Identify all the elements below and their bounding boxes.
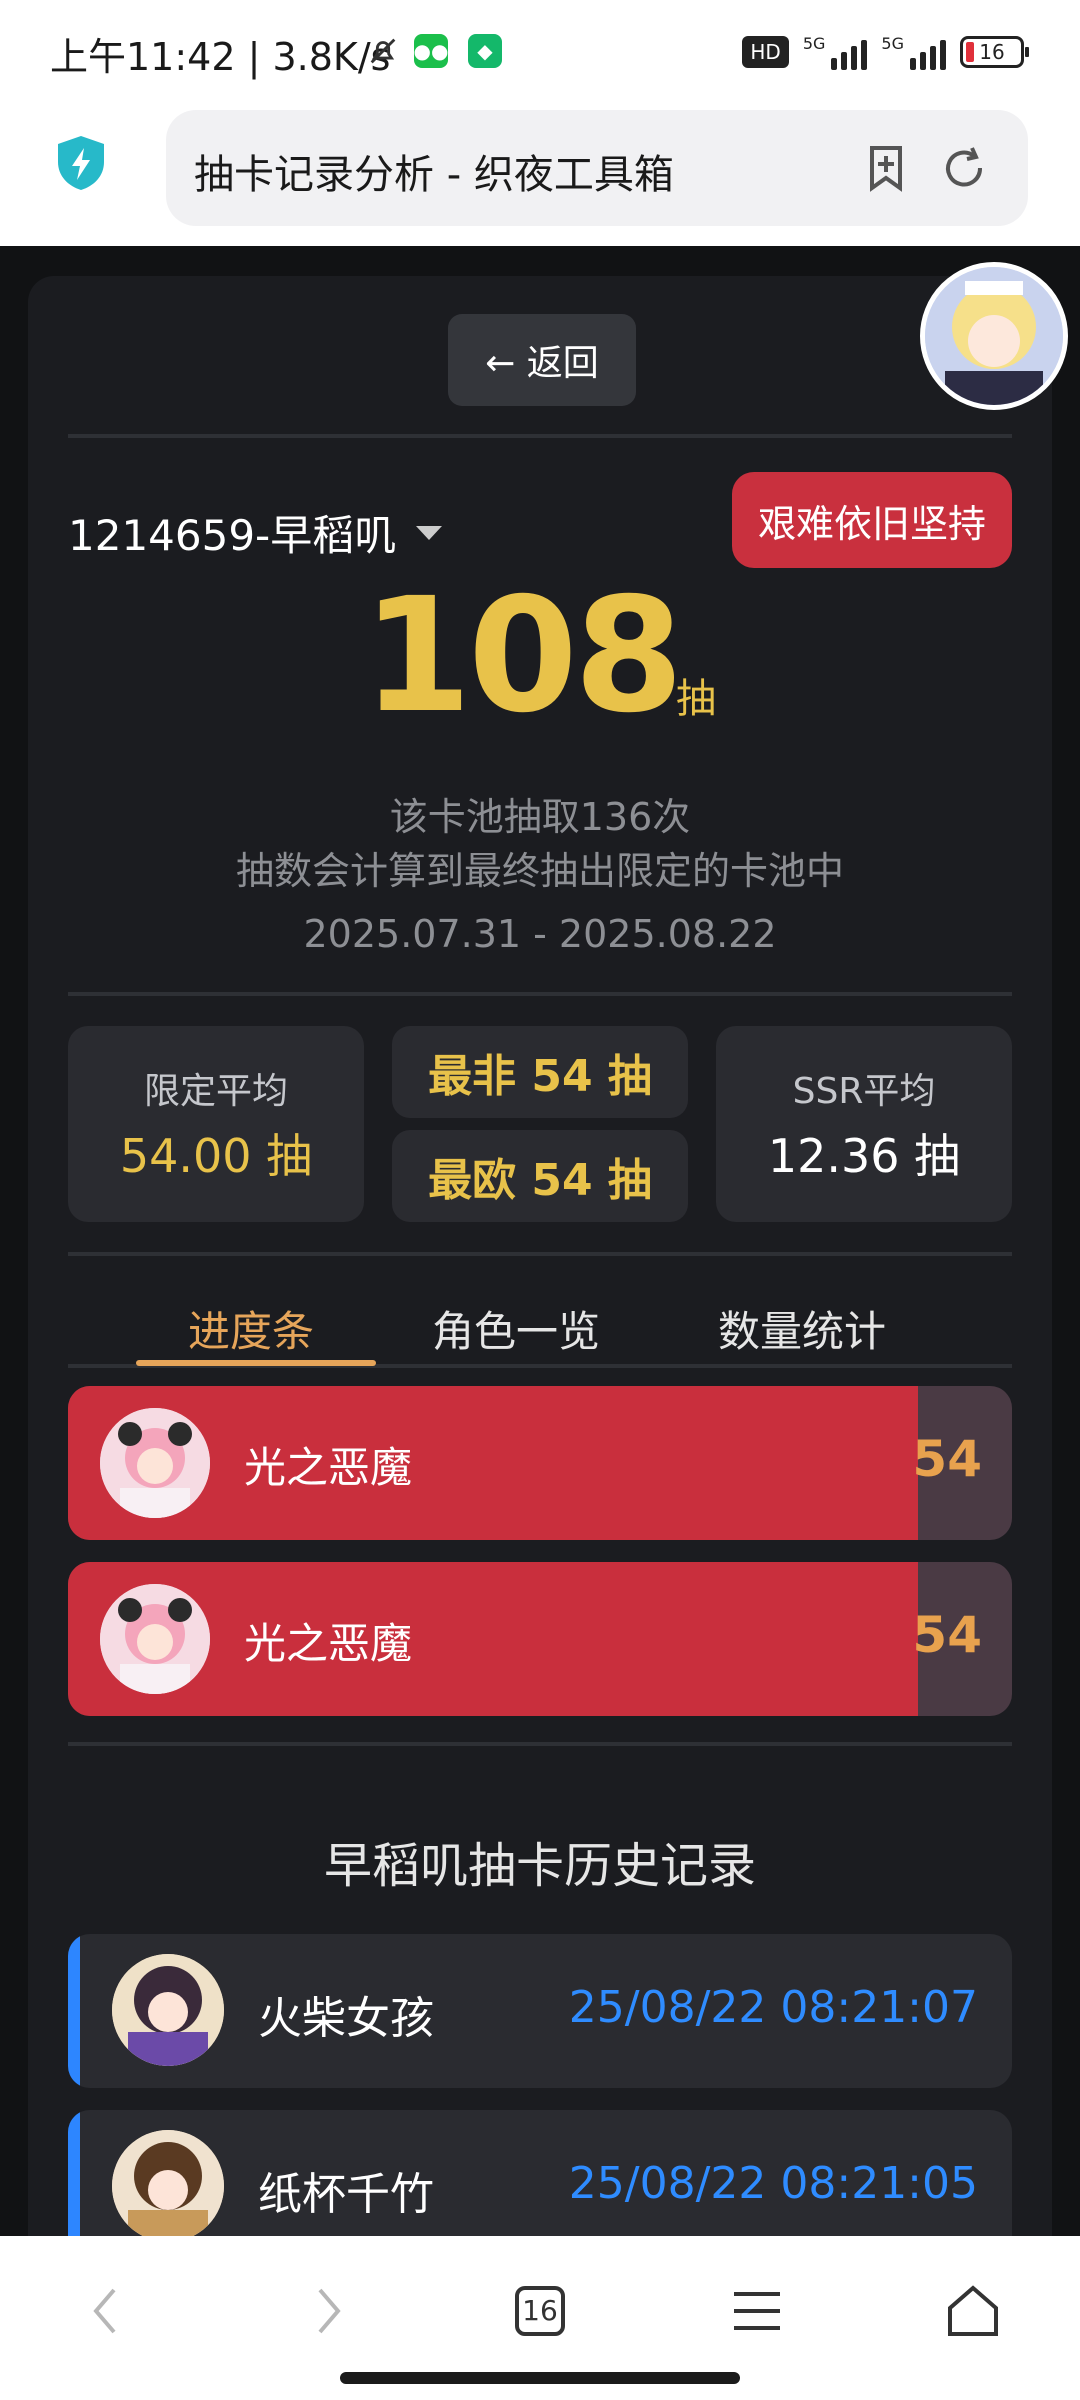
- bell-off-icon: [366, 34, 400, 68]
- date-range: 2025.07.31 - 2025.08.22: [303, 912, 777, 956]
- app-notification-icon: ◆: [468, 34, 502, 68]
- character-name: 光之恶魔: [244, 1619, 413, 1668]
- wechat-icon: ●●: [414, 34, 448, 68]
- network-label-1: 5G: [802, 34, 826, 53]
- history-timestamp: 25/08/22 08:21:05: [568, 2158, 978, 2209]
- limited-average-label: 限定平均: [143, 1071, 288, 1112]
- total-pulls-display: 108 抽: [28, 576, 1052, 736]
- back-button[interactable]: ← 返回: [448, 314, 636, 406]
- limited-average-value: 54.00 抽: [119, 1129, 313, 1183]
- bookmark-add-icon[interactable]: [858, 140, 914, 196]
- account-selector[interactable]: 1214659-早稻叽: [68, 502, 443, 563]
- tab-statistics[interactable]: 数量统计: [718, 1298, 886, 1359]
- back-nav-icon[interactable]: [72, 2276, 142, 2346]
- total-pulls-unit: 抽: [676, 676, 716, 722]
- ssr-average-box: SSR平均 12.36 抽: [716, 1026, 1012, 1222]
- worst-luck-box: 最非 54 抽: [392, 1026, 688, 1118]
- refresh-icon[interactable]: [936, 140, 992, 196]
- gacha-analysis-card: ← 返回 1214659-早稻叽 艰难依旧坚持 108 抽 该卡池抽取136次 …: [28, 276, 1052, 2236]
- shield-icon[interactable]: [50, 132, 112, 194]
- character-avatar: [100, 1408, 210, 1518]
- total-pulls-value: 108: [362, 564, 684, 748]
- progress-row[interactable]: 光之恶魔 54: [68, 1562, 1012, 1716]
- battery-icon: 16: [960, 36, 1029, 68]
- account-name: 1214659-早稻叽: [68, 511, 397, 560]
- history-title: 早稻叽抽卡历史记录: [323, 1838, 756, 1894]
- menu-icon[interactable]: [722, 2276, 792, 2346]
- pull-count: 54: [912, 1606, 982, 1664]
- divider: [68, 1742, 1012, 1746]
- divider: [68, 992, 1012, 996]
- history-character-name: 火柴女孩: [258, 1993, 434, 2044]
- best-luck-box: 最欧 54 抽: [392, 1130, 688, 1222]
- tab-count: 16: [522, 2294, 558, 2327]
- browser-toolbar: 抽卡记录分析 - 织夜工具箱: [0, 106, 1080, 246]
- caret-down-icon: [416, 525, 443, 540]
- ssr-average-value: 12.36 抽: [767, 1129, 961, 1183]
- progress-row[interactable]: 光之恶魔 54: [68, 1386, 1012, 1540]
- tab-characters[interactable]: 角色一览: [432, 1298, 600, 1359]
- history-item[interactable]: 火柴女孩 25/08/22 08:21:07: [68, 1934, 1012, 2088]
- network-label-2: 5G: [881, 34, 904, 53]
- note-text: 抽数会计算到最终抽出限定的卡池中: [235, 849, 844, 893]
- divider: [68, 1252, 1012, 1256]
- history-timestamp: 25/08/22 08:21:07: [568, 1982, 978, 2033]
- address-bar[interactable]: 抽卡记录分析 - 织夜工具箱: [166, 110, 1028, 226]
- page-content: ← 返回 1214659-早稻叽 艰难依旧坚持 108 抽 该卡池抽取136次 …: [0, 246, 1080, 2236]
- pull-count: 54: [912, 1430, 982, 1488]
- floating-avatar[interactable]: [920, 262, 1068, 410]
- character-avatar: [112, 2130, 224, 2236]
- tab-active-indicator: [136, 1360, 376, 1366]
- pool-count-text: 该卡池抽取136次: [389, 795, 691, 839]
- battery-level: 16: [979, 40, 1005, 64]
- forward-nav-icon[interactable]: [292, 2276, 362, 2346]
- character-name: 光之恶魔: [244, 1443, 413, 1492]
- url-title: 抽卡记录分析 - 织夜工具箱: [194, 152, 674, 198]
- home-indicator[interactable]: [340, 2372, 740, 2384]
- home-icon[interactable]: [938, 2276, 1008, 2346]
- status-time: 上午11:42 | 3.8K/s: [50, 35, 391, 79]
- history-character-name: 纸杯千竹: [258, 2169, 434, 2220]
- divider: [68, 434, 1012, 438]
- signal-icon-2: [910, 34, 946, 70]
- limited-average-box: 限定平均 54.00 抽: [68, 1026, 364, 1222]
- hd-badge: HD: [742, 36, 789, 68]
- status-badge: 艰难依旧坚持: [732, 472, 1012, 568]
- tabs-icon[interactable]: 16: [505, 2276, 575, 2346]
- history-item[interactable]: 纸杯千竹 25/08/22 08:21:05: [68, 2110, 1012, 2236]
- status-right-group: HD 5G 5G 16: [742, 34, 1029, 70]
- character-avatar: [100, 1584, 210, 1694]
- status-bar: 上午11:42 | 3.8K/s ●● ◆ HD 5G 5G 16: [0, 0, 1080, 106]
- character-avatar: [112, 1954, 224, 2066]
- tab-progress[interactable]: 进度条: [188, 1298, 314, 1359]
- signal-icon: [831, 34, 868, 70]
- ssr-average-label: SSR平均: [792, 1071, 936, 1112]
